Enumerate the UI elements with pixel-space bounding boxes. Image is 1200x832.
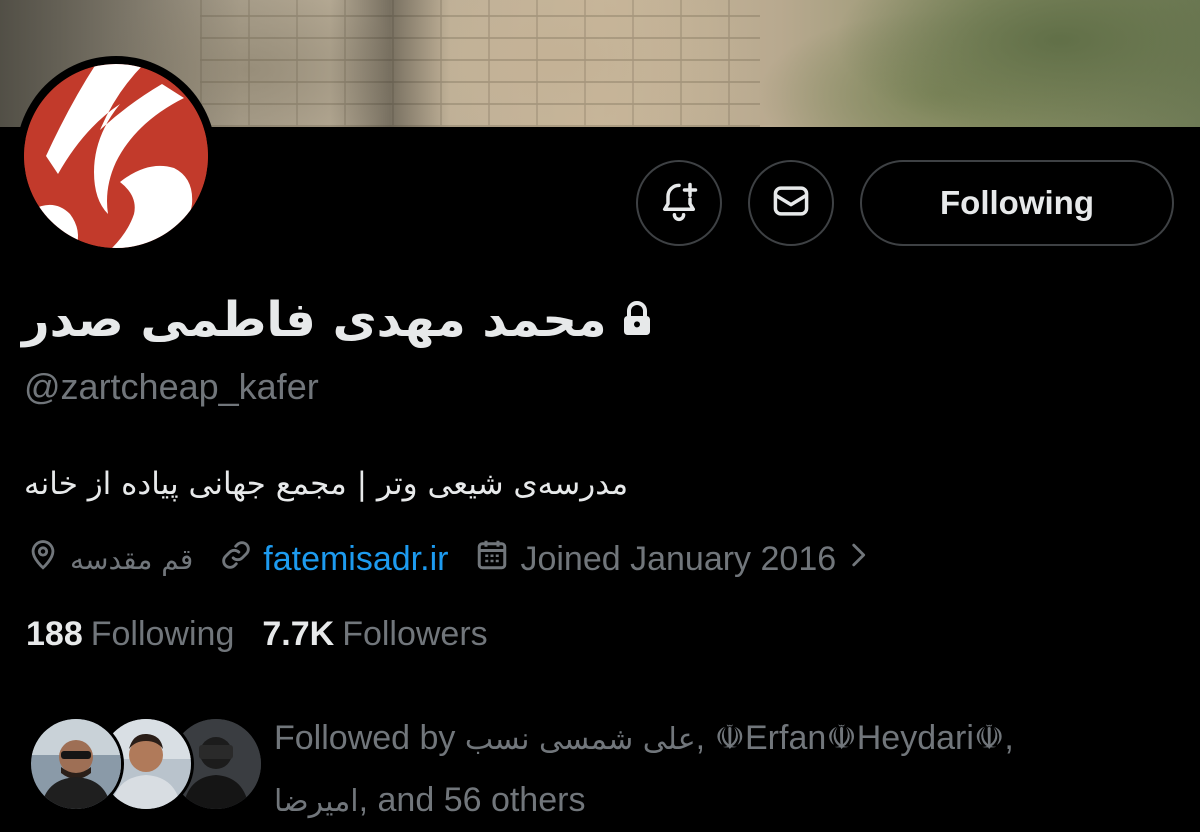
following-label: Following — [90, 615, 235, 653]
follower-name: ☫Erfan☫Heydari☫ — [714, 719, 1005, 757]
chevron-right-icon — [846, 538, 870, 581]
banner-texture — [200, 0, 760, 127]
join-date-text: Joined January 2016 — [520, 539, 837, 578]
followers-label: Followers — [342, 615, 488, 653]
following-count: 188 — [26, 615, 83, 653]
location: قم مقدسه — [26, 538, 193, 581]
location-text: قم مقدسه — [70, 542, 194, 576]
following-button[interactable]: Following — [860, 160, 1174, 246]
followers-stat[interactable]: 7.7K Followers — [262, 615, 487, 654]
display-name: محمد مهدی فاطمی صدر — [22, 292, 607, 348]
profile-avatar[interactable] — [16, 56, 216, 256]
message-button[interactable] — [748, 160, 834, 246]
link-icon — [219, 538, 253, 581]
follower-name: امیرضا — [274, 784, 359, 819]
follower-name: علی شمسی نسب — [464, 722, 696, 757]
following-stat[interactable]: 188 Following — [26, 615, 234, 654]
profile-bio: مدرسه‌ی شیعی وتر | مجمع جهانی پیاده از خ… — [24, 466, 629, 502]
notify-button[interactable] — [636, 160, 722, 246]
website[interactable]: fatemisadr.ir — [219, 538, 448, 581]
followed-by-prefix: Followed by — [274, 719, 456, 757]
followed-by-suffix: , and 56 others — [358, 781, 586, 819]
follower-avatar — [28, 716, 124, 812]
bell-plus-icon — [657, 179, 701, 228]
join-date[interactable]: Joined January 2016 — [474, 537, 870, 582]
followed-by-avatars[interactable] — [28, 716, 264, 812]
followed-by-text[interactable]: Followed by علی شمسی نسب, ☫Erfan☫Heydari… — [274, 708, 1174, 832]
location-pin-icon — [26, 538, 60, 581]
user-handle: @zartcheap_kafer — [24, 366, 319, 407]
lock-icon — [621, 300, 653, 341]
profile-meta: قم مقدسه fatemisadr.ir Joined January 20… — [26, 534, 896, 584]
name-row: محمد مهدی فاطمی صدر — [22, 288, 653, 352]
follow-stats: 188 Following 7.7K Followers — [26, 615, 516, 654]
followers-count: 7.7K — [262, 615, 335, 653]
banner-shadow — [330, 0, 450, 127]
avatar-logo — [24, 64, 208, 248]
website-link[interactable]: fatemisadr.ir — [263, 540, 448, 579]
envelope-icon — [769, 179, 813, 228]
calendar-icon — [474, 537, 510, 582]
